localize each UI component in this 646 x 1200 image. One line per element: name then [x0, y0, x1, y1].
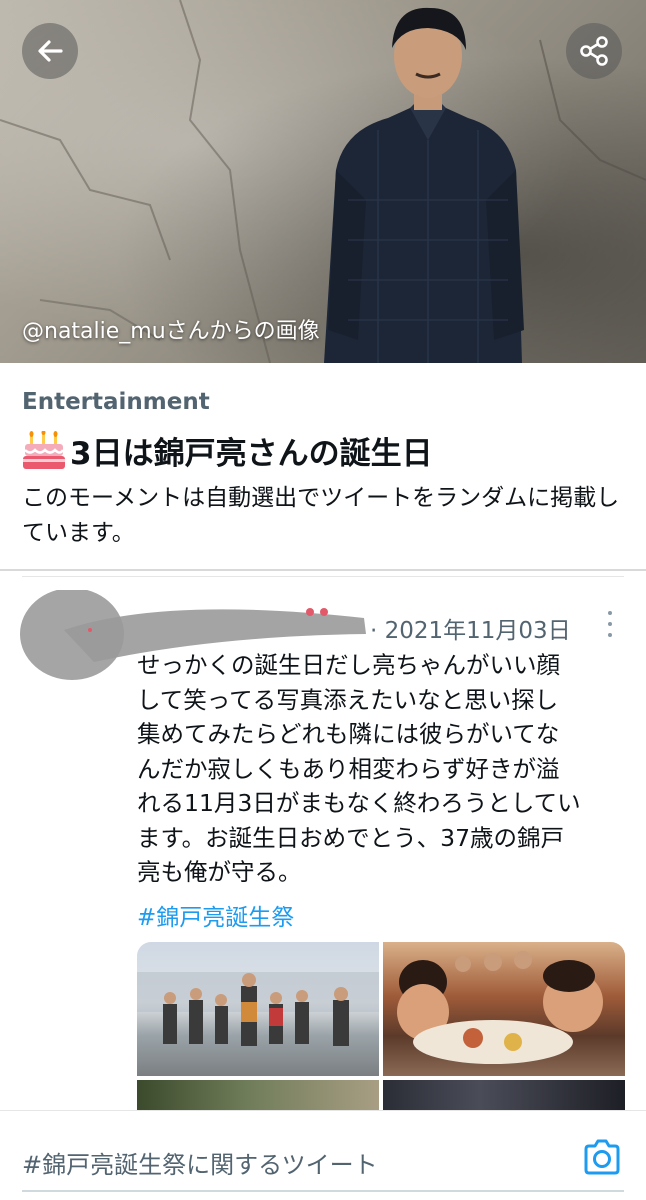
media-photo-4[interactable] [383, 1080, 625, 1112]
back-button[interactable] [22, 23, 78, 79]
related-tweets-prompt[interactable]: #錦戸亮誕生祭に関するツイート [22, 1145, 378, 1180]
tweet-line: して笑ってる写真添えたいなと思い探し [137, 685, 559, 714]
moment-description: このモーメントは自動選出でツイートをランダムに掲載しています。 [22, 485, 620, 546]
share-icon [580, 36, 608, 66]
image-credit: @natalie_muさんからの画像 [22, 319, 320, 344]
tweet-date: · 2021年11月03日 [370, 618, 571, 644]
media-photo-3[interactable] [137, 1080, 379, 1112]
tweet-line: れる11月3日がまもなく終わろうとしてい [137, 789, 581, 817]
birthday-cake-icon [23, 430, 65, 469]
hero-image: @natalie_muさんからの画像 [0, 0, 646, 363]
tweet-line: ます。お誕生日おめでとう、37歳の錦戸 [137, 823, 565, 852]
arrow-left-icon [38, 40, 63, 62]
moment-category: Entertainment [22, 389, 210, 415]
camera-icon[interactable] [582, 1137, 622, 1177]
section-divider [0, 569, 646, 571]
media-photo-2[interactable] [383, 942, 625, 1076]
compose-bar: #錦戸亮誕生祭に関するツイート [0, 1110, 646, 1200]
share-button[interactable] [566, 23, 622, 79]
tweet-line: 集めてみたらどれも隣には彼らがいてな [137, 720, 560, 748]
tweet-line: んだか寂しくもあり相変わらず好きが溢 [137, 754, 560, 783]
tweet-text: せっかくの誕生日だし亮ちゃんがいい顔 して笑ってる写真添えたいなと思い探し 集め… [137, 648, 623, 890]
media-photo-1[interactable] [137, 942, 379, 1076]
moment-title: 3日は錦戸亮さんの誕生日 [70, 436, 433, 472]
tweet-line: 亮も俺が守る。 [137, 858, 302, 886]
tweet-divider [22, 576, 624, 577]
tweet-line: せっかくの誕生日だし亮ちゃんがいい顔 [137, 651, 560, 679]
more-vertical-icon[interactable] [600, 611, 620, 637]
tweet-hashtag[interactable]: #錦戸亮誕生祭 [137, 898, 294, 932]
person-figure [324, 7, 524, 363]
input-underline [22, 1190, 624, 1192]
tweet-media-grid [137, 942, 625, 1112]
moment-title-row: 3日は錦戸亮さんの誕生日 [22, 428, 433, 473]
